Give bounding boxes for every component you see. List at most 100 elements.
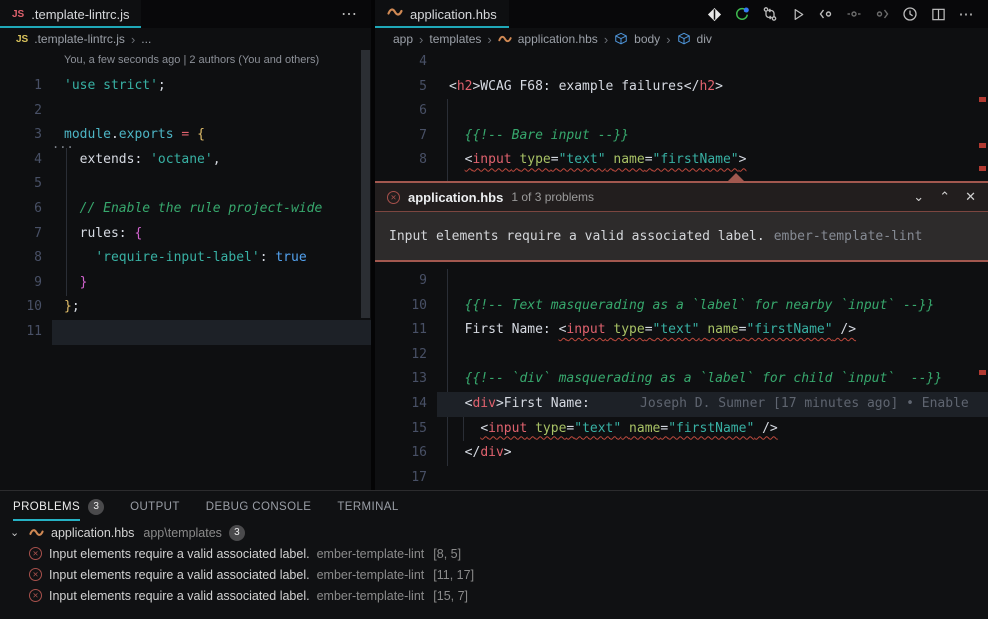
breadcrumb-symbol-body[interactable]: body <box>634 32 660 46</box>
glimmer-diamond-icon[interactable] <box>705 5 723 23</box>
chevron-up-icon[interactable]: ⌃ <box>939 189 950 205</box>
code-token: { <box>134 226 142 241</box>
code-line-2[interactable]: 2 <box>0 99 371 124</box>
code-line-9[interactable]: 9 } <box>0 271 371 296</box>
code-line-6[interactable]: 6 <box>375 99 988 124</box>
line-number[interactable]: 17 <box>375 466 427 490</box>
code-token: 'use strict' <box>64 78 158 93</box>
breadcrumb-folder[interactable]: app <box>393 32 413 46</box>
code-line-7[interactable]: 7 {{!-- Bare input --}} <box>375 124 988 149</box>
code-token <box>527 421 535 436</box>
line-number[interactable]: 2 <box>0 99 42 124</box>
line-number[interactable]: 10 <box>0 295 42 320</box>
line-number[interactable]: 4 <box>0 148 42 173</box>
line-number[interactable]: 14 <box>375 392 427 417</box>
code-line-4[interactable]: 4 <box>375 50 988 75</box>
line-number[interactable]: 9 <box>375 269 427 294</box>
chevron-down-icon[interactable]: ⌄ <box>10 526 22 539</box>
code-line-10[interactable]: 10}; <box>0 295 371 320</box>
breadcrumb-symbol[interactable]: ... <box>141 32 151 46</box>
chevron-down-icon[interactable]: ⌄ <box>913 189 924 205</box>
code-line-17[interactable]: 17 <box>375 466 988 490</box>
editor-application-hbs[interactable]: 45<h2>WCAG F68: example failures</h2>67 … <box>375 50 988 490</box>
problem-source: ember-template-lint <box>317 547 425 561</box>
line-number[interactable]: 7 <box>375 124 427 149</box>
line-number[interactable]: 15 <box>375 417 427 442</box>
code-line-13[interactable]: 13 {{!-- `div` masquerading as a `label`… <box>375 367 988 392</box>
code-line-9[interactable]: 9 <box>375 269 988 294</box>
git-compare-icon[interactable] <box>761 5 779 23</box>
code-token: name <box>613 152 644 167</box>
sync-icon[interactable] <box>733 5 751 23</box>
problem-source: ember-template-lint <box>317 589 425 603</box>
line-number[interactable]: 4 <box>375 50 427 75</box>
line-number[interactable]: 7 <box>0 222 42 247</box>
scrollbar[interactable] <box>361 50 370 318</box>
run-icon[interactable] <box>789 5 807 23</box>
breadcrumb-file[interactable]: application.hbs <box>518 32 598 46</box>
code-line-11[interactable]: 11 First Name: <input type="text" name="… <box>375 318 988 343</box>
panel-tab-debug-console[interactable]: DEBUG CONSOLE <box>206 491 312 522</box>
code-line-5[interactable]: 5<h2>WCAG F68: example failures</h2> <box>375 75 988 100</box>
peek-problem-source: ember-template-lint <box>774 229 923 244</box>
peek-problem-entry[interactable]: Input elements require a valid associate… <box>375 212 988 260</box>
breadcrumb-file[interactable]: .template-lintrc.js <box>34 32 125 46</box>
line-number[interactable]: 6 <box>0 197 42 222</box>
code-token: /> <box>754 421 777 436</box>
problem-row[interactable]: ✕Input elements require a valid associat… <box>0 585 988 606</box>
line-number[interactable]: 13 <box>375 367 427 392</box>
line-number[interactable]: 6 <box>375 99 427 124</box>
code-line-8[interactable]: 8 <input type="text" name="firstName"> <box>375 148 988 173</box>
breadcrumb-symbol-div[interactable]: div <box>697 32 712 46</box>
code-line-15[interactable]: 15 <input type="text" name="firstName" /… <box>375 417 988 442</box>
previous-change-icon[interactable] <box>817 5 835 23</box>
overview-ruler-error-mark <box>979 143 986 148</box>
code-line-11[interactable]: 11 <box>0 320 371 345</box>
code-token: input <box>472 152 511 167</box>
more-actions-icon[interactable]: ⋯ <box>341 0 371 28</box>
panel-tab-terminal[interactable]: TERMINAL <box>337 491 398 522</box>
code-line-6[interactable]: 6 // Enable the rule project-wide <box>0 197 371 222</box>
code-token: < <box>449 79 457 94</box>
tab-application-hbs[interactable]: application.hbs <box>375 0 509 28</box>
code-line-7[interactable]: 7 rules: { <box>0 222 371 247</box>
tab-template-lintrc[interactable]: JS .template-lintrc.js <box>0 0 141 28</box>
problems-file-row[interactable]: ⌄ application.hbs app\templates 3 <box>0 522 988 543</box>
code-line-8[interactable]: 8 'require-input-label': true <box>0 246 371 271</box>
more-actions-icon[interactable]: ⋯ <box>957 5 975 23</box>
line-number[interactable]: 11 <box>375 318 427 343</box>
line-number[interactable]: 12 <box>375 343 427 368</box>
editor-template-lintrc[interactable]: You, a few seconds ago | 2 authors (You … <box>0 50 371 490</box>
line-number[interactable]: 5 <box>375 75 427 100</box>
line-number[interactable]: 8 <box>375 148 427 173</box>
line-number[interactable]: 8 <box>0 246 42 271</box>
line-number[interactable]: 16 <box>375 441 427 466</box>
code-token: name <box>629 421 660 436</box>
panel-tab-problems[interactable]: PROBLEMS3 <box>13 491 104 522</box>
code-line-10[interactable]: 10 {{!-- Text masquerading as a `label` … <box>375 294 988 319</box>
code-line-14[interactable]: 14 <div>First Name:Joseph D. Sumner [17 … <box>375 392 988 417</box>
line-number[interactable]: 9 <box>0 271 42 296</box>
code-line-16[interactable]: 16 </div> <box>375 441 988 466</box>
problem-row[interactable]: ✕Input elements require a valid associat… <box>0 564 988 585</box>
breadcrumb-right: app › templates › application.hbs › body… <box>375 28 988 50</box>
code-line-4[interactable]: 4 extends: 'octane', <box>0 148 371 173</box>
line-number[interactable]: 1 <box>0 74 42 99</box>
code-line-12[interactable]: 12 <box>375 343 988 368</box>
panel-tab-output[interactable]: OUTPUT <box>130 491 180 522</box>
close-icon[interactable]: ✕ <box>965 189 976 205</box>
line-number[interactable]: 11 <box>0 320 42 345</box>
line-number[interactable]: 10 <box>375 294 427 319</box>
code-token: > <box>739 152 747 167</box>
split-editor-icon[interactable] <box>929 5 947 23</box>
problem-row[interactable]: ✕Input elements require a valid associat… <box>0 543 988 564</box>
next-change-icon[interactable] <box>873 5 891 23</box>
error-icon: ✕ <box>29 568 42 581</box>
code-line-1[interactable]: 1'use strict'; <box>0 74 371 99</box>
code-line-5[interactable]: 5 <box>0 172 371 197</box>
breadcrumb-folder[interactable]: templates <box>429 32 481 46</box>
timeline-icon[interactable] <box>901 5 919 23</box>
change-dot-icon[interactable] <box>845 5 863 23</box>
line-number[interactable]: 5 <box>0 172 42 197</box>
line-number[interactable]: 3 <box>0 123 42 148</box>
